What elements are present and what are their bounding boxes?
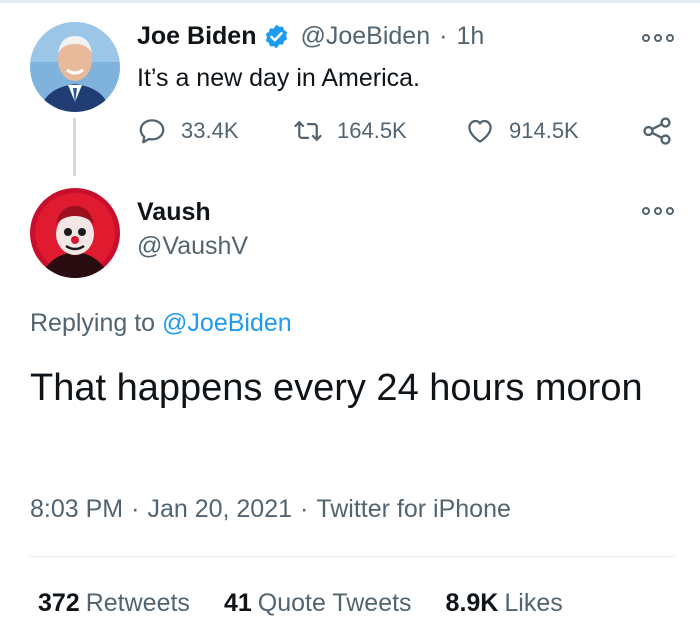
avatar-joe-biden[interactable] [30,22,120,112]
share-icon[interactable] [640,114,674,148]
quote-tweets-count: 41 [223,589,252,617]
reply-button[interactable]: 33.4K [137,116,239,146]
replying-prefix: Replying to [30,309,156,337]
replying-to-handle-link[interactable]: @JoeBiden [162,309,292,337]
more-icon[interactable] [642,33,674,43]
retweet-count: 164.5K [337,118,407,143]
replying-to-line: Replying to @JoeBiden [30,309,292,338]
tweet-time[interactable]: 8:03 PM [30,495,123,523]
parent-timestamp[interactable]: 1h [456,22,484,51]
reply-tweet-text: That happens every 24 hours moron [30,367,643,409]
retweet-icon [293,116,323,146]
top-divider [0,0,700,3]
retweet-button[interactable]: 164.5K [293,116,407,146]
meta-separator: · [131,495,140,523]
parent-tweet-header: Joe Biden @JoeBiden · 1h [137,22,484,51]
avatar-image [30,22,120,112]
stats-divider [30,556,675,557]
more-icon[interactable] [642,206,674,216]
engagement-stats: 372 Retweets 41 Quote Tweets 8.9K Likes [38,589,597,618]
retweets-label: Retweets [85,589,190,617]
likes-label: Likes [504,589,563,617]
thread-connector [73,118,76,176]
like-button[interactable]: 914.5K [465,116,579,146]
meta-separator: · [300,495,309,523]
reply-display-name[interactable]: Vaush [137,198,211,227]
reply-count: 33.4K [181,118,239,143]
parent-display-name[interactable]: Joe Biden [137,22,256,51]
parent-tweet-text: It’s a new day in America. [137,64,421,92]
retweets-stat[interactable]: 372 Retweets [38,589,190,618]
reply-handle[interactable]: @VaushV [137,232,248,261]
retweets-count: 372 [38,589,80,617]
reply-icon [137,116,167,146]
tweet-date[interactable]: Jan 20, 2021 [147,495,292,523]
likes-stat[interactable]: 8.9K Likes [446,589,563,618]
tweet-metadata: 8:03 PM · Jan 20, 2021 · Twitter for iPhone [30,495,511,524]
heart-icon [465,116,495,146]
avatar-vaush[interactable] [30,188,120,278]
header-separator: · [439,22,448,50]
verified-badge-icon [263,23,290,50]
likes-count: 8.9K [445,589,499,617]
avatar-image [30,188,120,278]
quote-tweets-stat[interactable]: 41 Quote Tweets [224,589,412,618]
quote-tweets-label: Quote Tweets [257,589,412,617]
like-count: 914.5K [509,118,579,143]
parent-handle[interactable]: @JoeBiden [300,22,430,51]
tweet-source[interactable]: Twitter for iPhone [316,495,511,523]
